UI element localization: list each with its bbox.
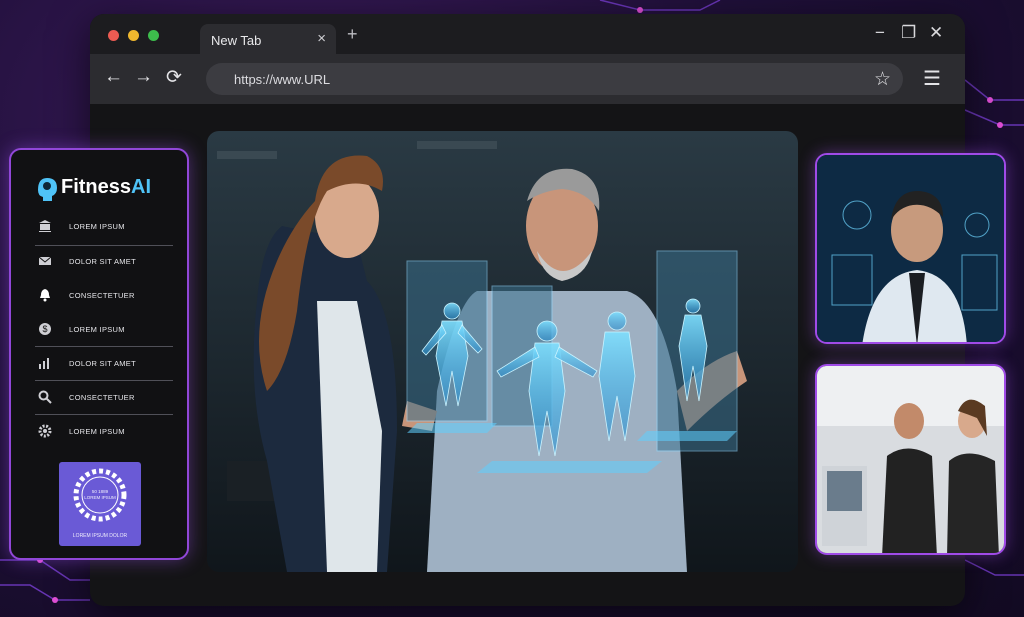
svg-text:$: $ xyxy=(42,324,47,334)
gear-icon xyxy=(37,424,53,440)
reload-icon[interactable]: ⟳ xyxy=(166,66,182,89)
hero-image xyxy=(207,131,798,572)
sidebar-item-label: CONSECTETUER xyxy=(69,291,135,300)
tab-close-icon[interactable]: × xyxy=(317,30,326,47)
divider xyxy=(35,380,173,381)
badge-caption: LOREM IPSUM DOLOR xyxy=(72,533,128,539)
tab-new-tab[interactable]: New Tab × xyxy=(200,24,336,54)
sidebar-item-label: LOREM IPSUM xyxy=(69,427,125,436)
window-close-dot[interactable] xyxy=(108,30,119,41)
menu-icon[interactable]: ☰ xyxy=(923,66,941,91)
ai-doctor-illustration xyxy=(817,155,1004,342)
sidebar-item-label: CONSECTETUER xyxy=(69,393,135,402)
sidebar-item-3[interactable]: CONSECTETUER xyxy=(33,283,173,311)
brand-suffix: AI xyxy=(131,176,152,198)
brand-prefix: Fitness xyxy=(61,176,132,198)
sidebar-item-5[interactable]: DOLOR SIT AMET xyxy=(33,351,173,379)
sidebar-item-6[interactable]: CONSECTETUER xyxy=(33,385,173,413)
training-session-image xyxy=(815,364,1006,555)
certification-badge[interactable]: 50 1889 LOREM IPSUM LOREM IPSUM DOLOR xyxy=(59,462,141,546)
sidebar-item-label: DOLOR SIT AMET xyxy=(69,257,136,266)
fitness-sidebar: FitnessAI LOREM IPSUM DOLOR SIT AMET CON… xyxy=(9,148,189,560)
divider xyxy=(35,414,173,415)
ai-doctor-image xyxy=(815,153,1006,344)
mail-icon xyxy=(37,254,53,270)
tab-bar: New Tab × + − ❐ ✕ xyxy=(90,14,965,54)
divider xyxy=(35,346,173,347)
badge-inner-text: 50 1889 LOREM IPSUM xyxy=(59,489,141,501)
divider xyxy=(35,245,173,246)
back-icon[interactable]: ← xyxy=(104,66,123,88)
sidebar-item-1[interactable]: LOREM IPSUM xyxy=(33,214,173,242)
search-icon xyxy=(37,390,53,406)
address-bar[interactable]: https://www.URL ☆ xyxy=(206,63,903,95)
bell-icon xyxy=(37,288,53,304)
restore-icon[interactable]: ❐ xyxy=(901,23,916,43)
browser-toolbar: ← → ⟳ https://www.URL ☆ ☰ xyxy=(90,54,965,104)
window-minimize-dot[interactable] xyxy=(128,30,139,41)
sidebar-item-4[interactable]: $ LOREM IPSUM xyxy=(33,317,173,345)
forward-icon[interactable]: → xyxy=(134,66,153,88)
sidebar-item-7[interactable]: LOREM IPSUM xyxy=(33,419,173,447)
window-zoom-dot[interactable] xyxy=(148,30,159,41)
training-session-illustration xyxy=(817,366,1004,553)
new-tab-button[interactable]: + xyxy=(347,24,358,45)
brand-name: FitnessAI xyxy=(61,176,151,199)
sidebar-item-label: LOREM IPSUM xyxy=(69,222,125,231)
dollar-icon: $ xyxy=(37,322,53,338)
hero-illustration xyxy=(207,131,798,572)
sidebar-item-label: DOLOR SIT AMET xyxy=(69,359,136,368)
bar-chart-icon xyxy=(37,356,53,372)
bank-icon xyxy=(37,219,53,235)
close-icon[interactable]: ✕ xyxy=(929,23,943,43)
url-text: https://www.URL xyxy=(234,72,331,87)
brain-head-icon xyxy=(38,178,57,201)
brand-logo: FitnessAI xyxy=(35,176,175,202)
sidebar-item-label: LOREM IPSUM xyxy=(69,325,125,334)
badge-inner-line-2: LOREM IPSUM xyxy=(84,495,116,500)
bookmark-star-icon[interactable]: ☆ xyxy=(874,68,891,91)
sidebar-item-2[interactable]: DOLOR SIT AMET xyxy=(33,249,173,277)
tab-title: New Tab xyxy=(211,33,262,48)
minimize-icon[interactable]: − xyxy=(875,23,885,43)
